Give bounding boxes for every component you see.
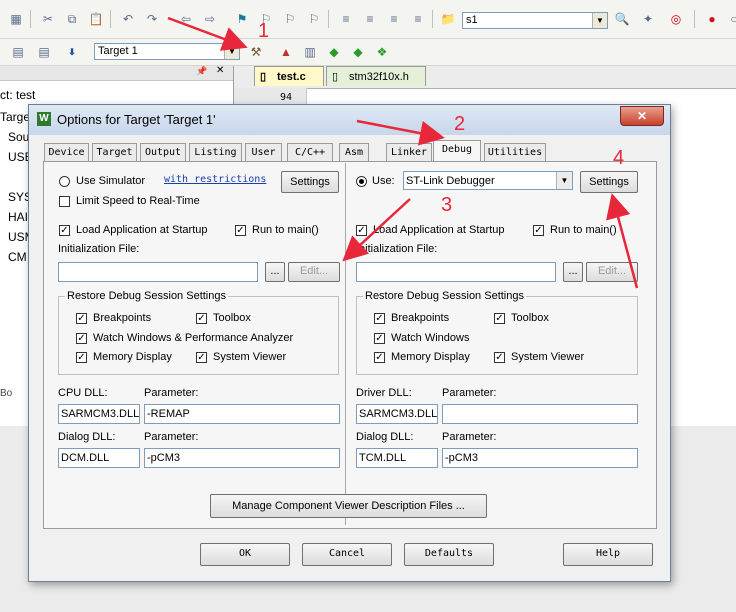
annotation-arrows: [167, 16, 639, 289]
arrow-1: [167, 16, 248, 51]
annotation-number-4: 4: [613, 147, 625, 169]
annotation-number-3: 3: [441, 194, 453, 216]
arrow-3: [342, 198, 411, 262]
arrow-2: [356, 119, 445, 146]
annotation-number-1: 1: [258, 20, 270, 42]
arrow-4: [606, 193, 639, 289]
annotation-number-2: 2: [454, 113, 466, 135]
